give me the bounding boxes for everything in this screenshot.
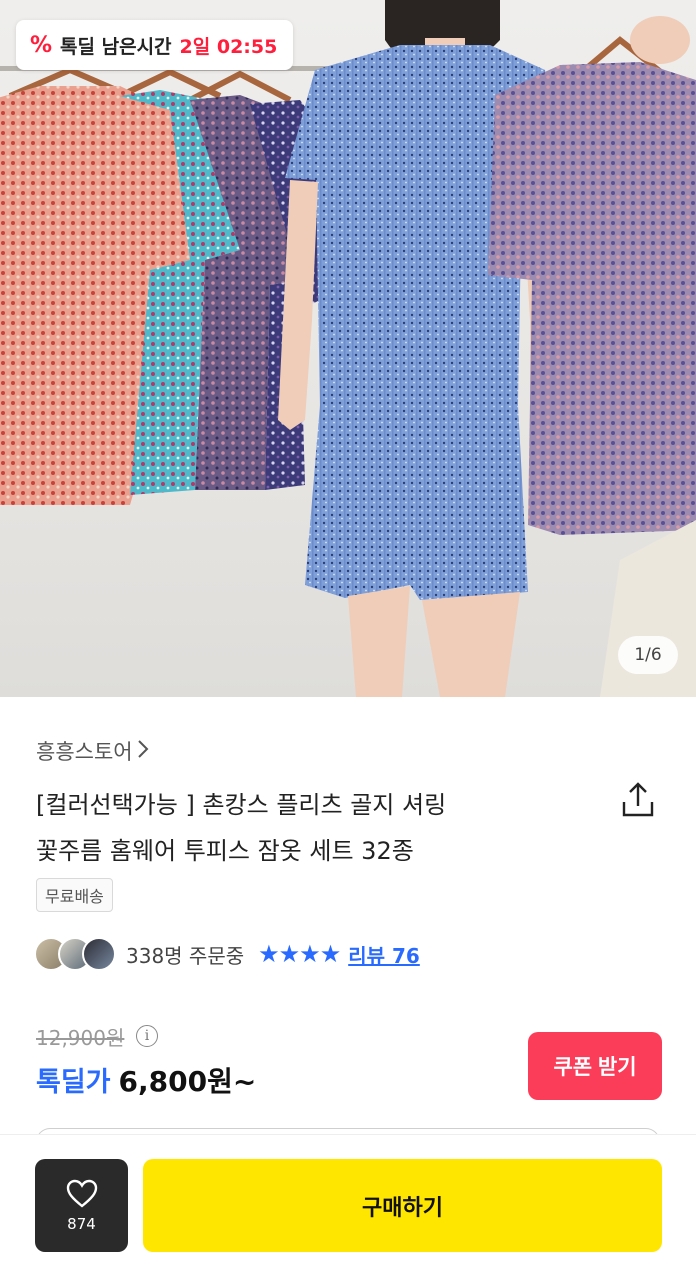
original-price: 12,900원 xyxy=(36,1026,125,1050)
product-title-line1: [컬러선택가능 ] 촌캉스 플리츠 골지 셔링 xyxy=(36,791,447,819)
share-icon xyxy=(622,782,654,817)
chevron-right-icon xyxy=(137,739,149,764)
free-shipping-tag: 무료배송 xyxy=(36,878,113,912)
percent-icon: % xyxy=(30,32,53,58)
info-icon[interactable]: i xyxy=(136,1025,158,1047)
deal-price-value: 6,800원~ xyxy=(118,1065,257,1098)
deal-price-label: 톡딜가 xyxy=(36,1067,111,1098)
store-name: 흥흥스토어 xyxy=(36,740,133,764)
product-image[interactable]: % 톡딜 남은시간 2일 02:55 1/6 xyxy=(0,0,696,697)
review-link[interactable]: 리뷰 76 xyxy=(348,940,420,969)
heart-icon xyxy=(66,1179,97,1208)
deal-price-row: 톡딜가 6,800원~ xyxy=(36,1060,256,1100)
order-count: 338명 주문중 xyxy=(126,943,245,968)
product-title: [컬러선택가능 ] 촌캉스 플리츠 골지 셔링 꽃주름 홈웨어 투피스 잠옷 세… xyxy=(36,782,596,874)
store-link[interactable]: 흥흥스토어 xyxy=(36,736,149,766)
like-button[interactable]: 874 xyxy=(35,1159,128,1252)
share-button[interactable] xyxy=(618,780,658,820)
buyer-avatars xyxy=(34,937,116,971)
buy-button[interactable]: 구매하기 xyxy=(143,1159,662,1252)
like-count: 874 xyxy=(67,1214,96,1233)
social-proof: 338명 주문중 ★★★★ 리뷰 76 xyxy=(34,934,420,974)
product-photo-illustration xyxy=(0,0,696,697)
product-title-line2: 꽃주름 홈웨어 투피스 잠옷 세트 32종 xyxy=(36,837,414,865)
deal-timer-label: 톡딜 남은시간 xyxy=(60,35,172,58)
avatar xyxy=(82,937,116,971)
rating-stars: ★★★★ xyxy=(258,940,341,968)
deal-timer-badge: % 톡딜 남은시간 2일 02:55 xyxy=(16,20,294,70)
coupon-button[interactable]: 쿠폰 받기 xyxy=(528,1032,662,1100)
image-page-indicator: 1/6 xyxy=(618,636,678,674)
deal-timer-time: 2일 02:55 xyxy=(179,35,278,58)
